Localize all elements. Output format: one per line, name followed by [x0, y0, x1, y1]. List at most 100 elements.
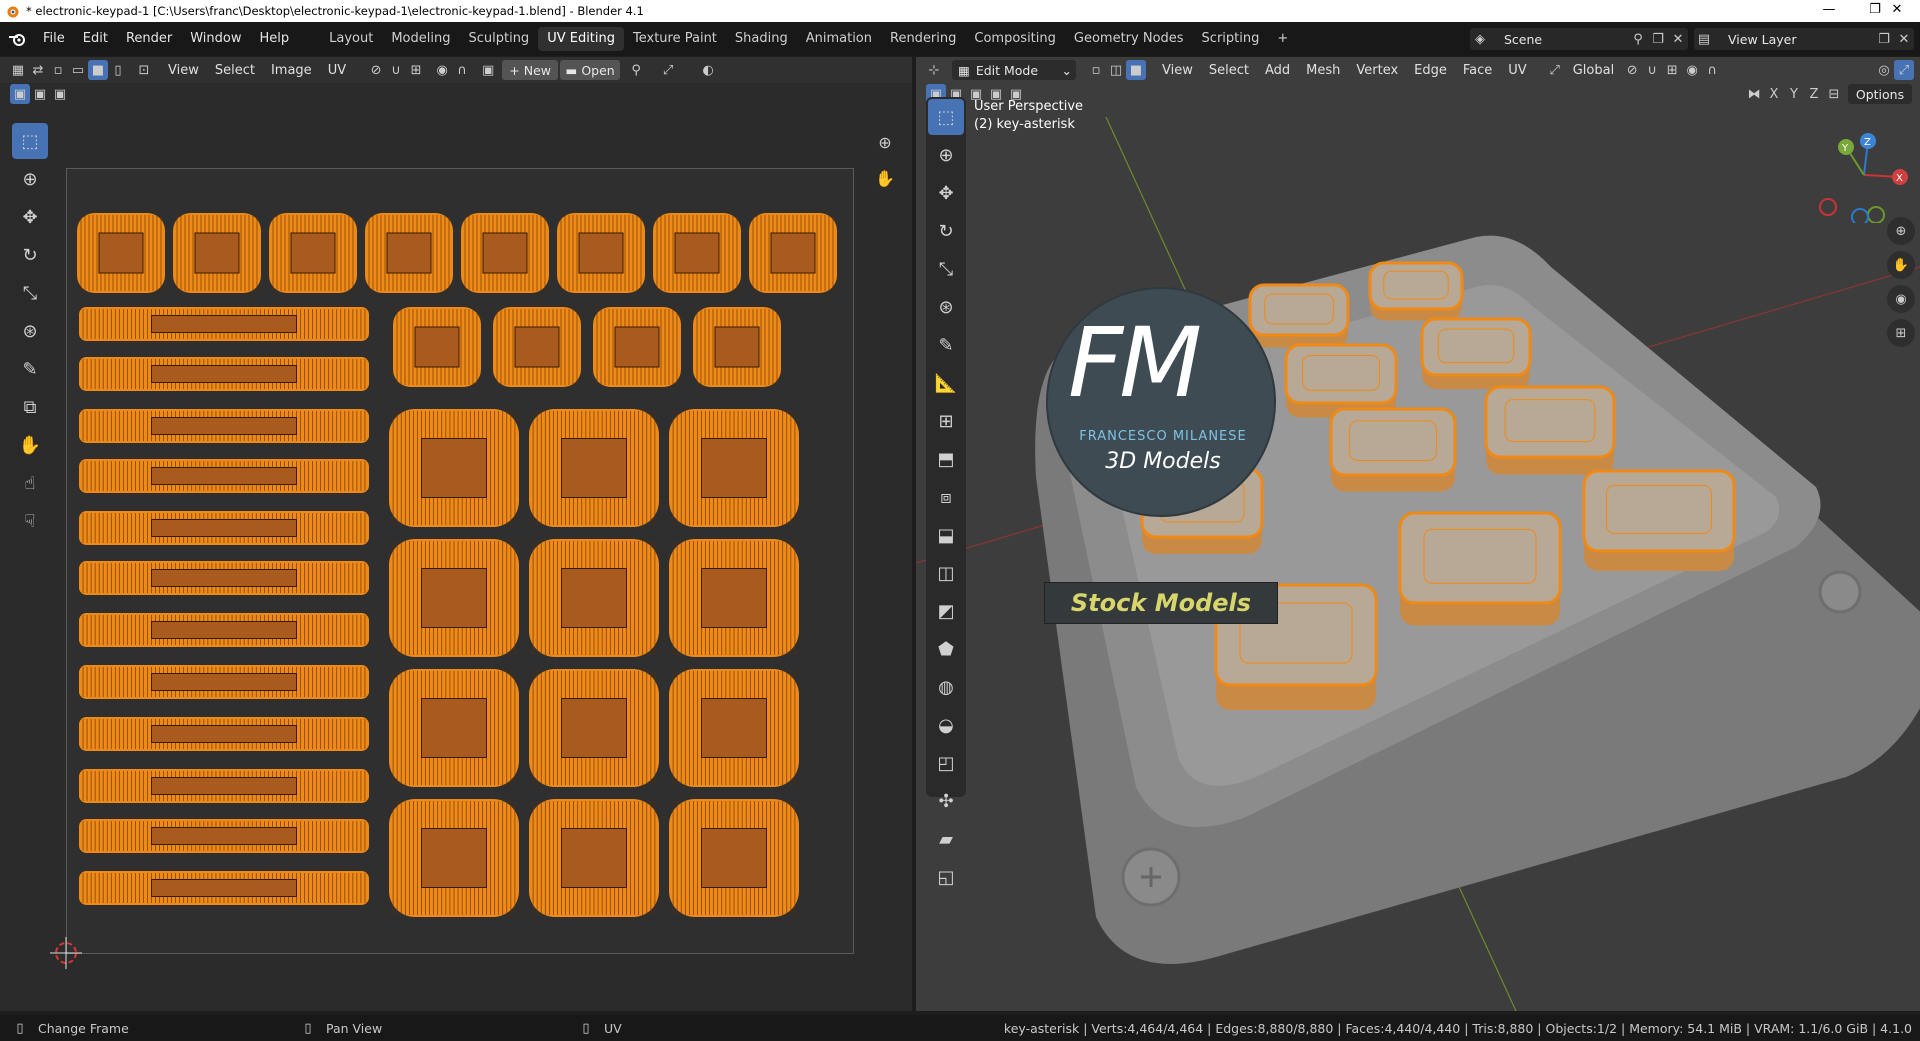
tab-texture-paint[interactable]: Texture Paint	[624, 27, 726, 51]
duplicate-icon[interactable]: ❐	[1648, 29, 1668, 49]
vp-tool-move-icon[interactable]: ✥	[928, 175, 964, 211]
viewport-snap-icon[interactable]: ∪	[1642, 60, 1662, 80]
add-workspace-button[interactable]: +	[1268, 27, 1297, 51]
tool-select-box-icon[interactable]: ⬚	[12, 123, 48, 159]
pin-icon[interactable]: ⚲	[1628, 29, 1648, 49]
viewport-menu-uv[interactable]: UV	[1500, 63, 1534, 78]
new-image-button[interactable]: + New	[502, 60, 559, 80]
vp-tool-add-cube-icon[interactable]: ⊞	[928, 403, 964, 439]
mirror-icon[interactable]: ⧓	[1744, 84, 1764, 104]
uv-menu-image[interactable]: Image	[263, 63, 320, 78]
edge-mode-icon[interactable]: ◫	[1106, 60, 1126, 80]
close-icon[interactable]: ✕	[1668, 29, 1688, 49]
uv-canvas[interactable]	[66, 168, 854, 954]
tool-scale-icon[interactable]: ⤡	[12, 275, 48, 311]
tool-relax-icon[interactable]: ☝	[12, 465, 48, 501]
tool-cursor-icon[interactable]: ⊕	[12, 161, 48, 197]
vp-tool-measure-icon[interactable]: 📐	[928, 365, 964, 401]
mirror-y-toggle[interactable]: Y	[1784, 84, 1804, 104]
viewport-menu-face[interactable]: Face	[1455, 63, 1500, 78]
viewport-editor-type-icon[interactable]: ⊹	[924, 60, 944, 80]
tab-rendering[interactable]: Rendering	[881, 27, 965, 51]
uv-menu-uv[interactable]: UV	[320, 63, 354, 78]
viewport-snap-target-icon[interactable]: ⊞	[1662, 60, 1682, 80]
duplicate-layer-icon[interactable]: ❐	[1874, 29, 1894, 49]
vp-tool-edge-slide-icon[interactable]: ◰	[928, 745, 964, 781]
tool-annotate-icon[interactable]: ✎	[12, 351, 48, 387]
vp-tool-smooth-icon[interactable]: ◒	[928, 707, 964, 743]
image-browse-icon[interactable]: ▣	[478, 60, 498, 80]
vp-tool-loop-cut-icon[interactable]: ◫	[928, 555, 964, 591]
viewport-menu-view[interactable]: View	[1154, 63, 1201, 78]
vp-tool-rip-icon[interactable]: ◱	[928, 859, 964, 895]
viewport-menu-vertex[interactable]: Vertex	[1348, 63, 1406, 78]
tool-move-icon[interactable]: ✥	[12, 199, 48, 235]
tool-rip-icon[interactable]: ⧉	[12, 389, 48, 425]
tab-uv-editing[interactable]: UV Editing	[538, 27, 625, 51]
menu-help[interactable]: Help	[251, 22, 299, 56]
falloff-icon[interactable]: ∩	[452, 60, 472, 80]
tool-pinch-icon[interactable]: ☟	[12, 503, 48, 539]
proportional-edit-icon[interactable]: ◉	[432, 60, 452, 80]
vp-tool-shrink-icon[interactable]: ✣	[928, 783, 964, 819]
vp-tool-shear-icon[interactable]: ▰	[928, 821, 964, 857]
editor-type-icon[interactable]: ▦	[8, 60, 28, 80]
viewport-gizmo-icon[interactable]: ⤢	[1894, 60, 1914, 80]
tool-rotate-icon[interactable]: ↻	[12, 237, 48, 273]
uv-editor[interactable]: ▦ ⇄ ▫ ▭ ■ ▯ ⊡ View Select Image UV ⊘ ∪ ⊞…	[0, 57, 912, 1011]
zoom-icon[interactable]: ⊕	[870, 127, 900, 157]
menu-render[interactable]: Render	[117, 22, 181, 56]
tool-transform-icon[interactable]: ⊛	[12, 313, 48, 349]
snap-target-icon[interactable]: ⊞	[406, 60, 426, 80]
sticky-mode-icon[interactable]: ⊡	[134, 60, 154, 80]
island-select-icon[interactable]: ▯	[108, 60, 128, 80]
tab-compositing[interactable]: Compositing	[965, 27, 1065, 51]
viewport-falloff-icon[interactable]: ∩	[1702, 60, 1722, 80]
menu-edit[interactable]: Edit	[74, 22, 117, 56]
options-dropdown[interactable]: Options	[1848, 84, 1912, 104]
edge-select-icon[interactable]: ▭	[68, 60, 88, 80]
pin-image-icon[interactable]: ⚲	[626, 60, 646, 80]
auto-merge-icon[interactable]: ⊟	[1824, 84, 1844, 104]
blender-menu-icon[interactable]	[0, 32, 34, 46]
pivot-point-icon[interactable]: ⊘	[1622, 60, 1642, 80]
vp-tool-poly-build-icon[interactable]: ⬟	[928, 631, 964, 667]
ortho-grid-icon[interactable]: ⊞	[1887, 319, 1915, 347]
vp-tool-rotate-icon[interactable]: ↻	[928, 213, 964, 249]
menu-window[interactable]: Window	[181, 22, 250, 56]
tab-geometry-nodes[interactable]: Geometry Nodes	[1065, 27, 1193, 51]
tab-layout[interactable]: Layout	[320, 27, 382, 51]
menu-file[interactable]: File	[34, 22, 74, 56]
open-image-button[interactable]: ▬ Open	[560, 60, 621, 80]
tool-grab-icon[interactable]: ✋	[12, 427, 48, 463]
vp-tool-spin-icon[interactable]: ◍	[928, 669, 964, 705]
pan-hand-icon[interactable]: ✋	[870, 163, 900, 193]
vertex-mode-icon[interactable]: ▫	[1086, 60, 1106, 80]
camera-icon[interactable]: ◉	[1887, 285, 1915, 313]
uv-menu-view[interactable]: View	[160, 63, 207, 78]
snap-icon[interactable]: ∪	[386, 60, 406, 80]
vp-tool-extrude-icon[interactable]: ⬒	[928, 441, 964, 477]
vp-tool-inset-icon[interactable]: ⧈	[928, 479, 964, 515]
close-button[interactable]: ✕	[1874, 0, 1920, 22]
face-select-icon[interactable]: ■	[88, 60, 108, 80]
tab-scripting[interactable]: Scripting	[1193, 27, 1269, 51]
scene-selector[interactable]: ◈ Scene ⚲ ❐ ✕	[1470, 28, 1688, 50]
vertex-select-icon[interactable]: ▫	[48, 60, 68, 80]
select-new-icon[interactable]: ▣	[10, 84, 30, 104]
vp-zoom-icon[interactable]: ⊕	[1887, 217, 1915, 245]
tab-animation[interactable]: Animation	[797, 27, 881, 51]
vp-tool-transform-icon[interactable]: ⊛	[928, 289, 964, 325]
vp-tool-select-icon[interactable]: ⬚	[928, 99, 964, 135]
vp-tool-annotate-icon[interactable]: ✎	[928, 327, 964, 363]
uv-menu-select[interactable]: Select	[207, 63, 263, 78]
face-mode-icon[interactable]: ■	[1126, 60, 1146, 80]
visibility-icon[interactable]: ◎	[1874, 60, 1894, 80]
mirror-x-toggle[interactable]: X	[1764, 84, 1784, 104]
vp-tool-bevel-icon[interactable]: ⬓	[928, 517, 964, 553]
vp-pan-icon[interactable]: ✋	[1887, 251, 1915, 279]
mirror-z-toggle[interactable]: Z	[1804, 84, 1824, 104]
minimize-button[interactable]: —	[1806, 0, 1852, 22]
viewport-proportional-icon[interactable]: ◉	[1682, 60, 1702, 80]
tab-sculpting[interactable]: Sculpting	[459, 27, 538, 51]
